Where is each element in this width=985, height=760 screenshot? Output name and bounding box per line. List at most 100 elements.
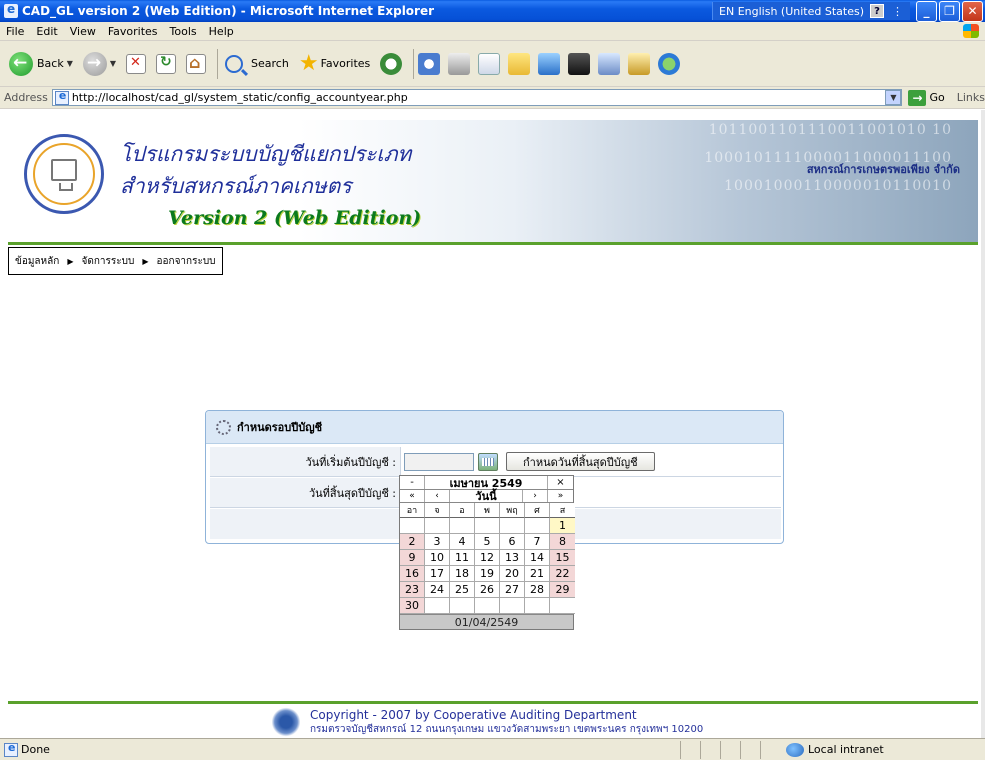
set-end-date-button[interactable]: กำหนดวันที่สิ้นสุดปีบัญชี (506, 452, 655, 471)
nav-system-admin[interactable]: จัดการระบบ (82, 254, 135, 269)
language-bar[interactable]: EN English (United States) ? ⋮ (712, 2, 910, 20)
calendar-day[interactable]: 21 (525, 566, 550, 582)
menu-view[interactable]: View (64, 25, 102, 38)
weekday-header: พ (475, 503, 500, 518)
menu-favorites[interactable]: Favorites (102, 25, 164, 38)
calendar-day[interactable]: 8 (550, 534, 575, 550)
refresh-button[interactable] (153, 46, 179, 82)
calendar-day[interactable]: 20 (500, 566, 525, 582)
menu-help[interactable]: Help (203, 25, 240, 38)
calendar-day[interactable]: 24 (425, 582, 450, 598)
vertical-scrollbar[interactable] (981, 110, 985, 738)
next-month-button[interactable]: › (523, 490, 548, 502)
forward-button[interactable]: ▼ (80, 46, 119, 82)
calendar-day[interactable]: 2 (400, 534, 425, 550)
calendar-day[interactable]: 30 (400, 598, 425, 614)
header-banner: 1011001101110011001010 10 10001011110000… (8, 120, 978, 242)
windows-logo-icon (963, 24, 979, 38)
folder-icon[interactable] (508, 52, 531, 75)
calendar-day[interactable]: 18 (450, 566, 475, 582)
calendar-day[interactable]: 17 (425, 566, 450, 582)
nav-logout[interactable]: ออกจากระบบ (157, 254, 216, 269)
calendar-day[interactable]: 5 (475, 534, 500, 550)
history-button[interactable] (377, 46, 405, 82)
go-button[interactable]: → Go (908, 89, 945, 106)
calendar-day[interactable]: 1 (550, 518, 575, 534)
calendar-day[interactable]: 4 (450, 534, 475, 550)
menu-tools[interactable]: Tools (164, 25, 203, 38)
messenger-icon[interactable] (538, 52, 561, 75)
prev-month-button[interactable]: ‹ (425, 490, 450, 502)
discuss-icon[interactable] (598, 52, 621, 75)
address-dropdown-icon[interactable]: ▼ (885, 90, 902, 105)
cad-software-center-logo (24, 134, 104, 214)
menu-file[interactable]: File (0, 25, 30, 38)
back-label: Back (37, 57, 64, 70)
calendar-day[interactable]: 27 (500, 582, 525, 598)
calendar-day[interactable]: 13 (500, 550, 525, 566)
today-button[interactable]: วันนี้ (450, 490, 523, 503)
weekday-header: ส (550, 503, 575, 518)
calendar-minus-button[interactable]: - (400, 476, 425, 489)
favorites-button[interactable]: ★ Favorites (296, 46, 373, 82)
weekday-header: อ (450, 503, 475, 518)
research-icon[interactable] (568, 52, 591, 75)
calendar-day[interactable]: 22 (550, 566, 575, 582)
calendar-day[interactable]: 16 (400, 566, 425, 582)
calendar-day[interactable]: 7 (525, 534, 550, 550)
next-year-button[interactable]: » (548, 490, 573, 502)
nav-master-data[interactable]: ข้อมูลหลัก (15, 254, 59, 269)
calendar-day[interactable]: 14 (525, 550, 550, 566)
forward-dropdown-icon[interactable]: ▼ (110, 59, 116, 68)
copyright-text: Copyright - 2007 by Cooperative Auditing… (310, 707, 637, 722)
mail-icon[interactable] (418, 52, 441, 75)
maximize-button[interactable]: ❐ (939, 0, 960, 22)
stop-button[interactable] (123, 46, 149, 82)
calendar-empty-cell (475, 518, 500, 534)
minimize-button[interactable]: _ (916, 0, 937, 22)
edit-icon[interactable] (478, 52, 501, 75)
calendar-icon[interactable] (478, 452, 498, 471)
menu-bar: File Edit View Favorites Tools Help (0, 22, 985, 41)
language-options-icon[interactable]: ⋮ (892, 5, 904, 18)
page-footer: Copyright - 2007 by Cooperative Auditing… (272, 707, 703, 737)
language-help-icon[interactable]: ? (870, 4, 884, 18)
calendar-day[interactable]: 29 (550, 582, 575, 598)
history-icon (380, 52, 403, 75)
end-date-label: วันที่สิ้นสุดปีบัญชี : (210, 478, 400, 507)
calendar-day[interactable]: 9 (400, 550, 425, 566)
calendar-day[interactable]: 15 (550, 550, 575, 566)
back-dropdown-icon[interactable]: ▼ (67, 59, 73, 68)
menu-edit[interactable]: Edit (30, 25, 63, 38)
calendar-day[interactable]: 28 (525, 582, 550, 598)
search-button[interactable]: Search (222, 46, 292, 82)
address-input[interactable]: http://localhost/cad_gl/system_static/co… (51, 89, 903, 106)
calendar-empty-cell (425, 598, 450, 614)
users-icon[interactable] (658, 52, 681, 75)
calendar-day[interactable]: 25 (450, 582, 475, 598)
back-button[interactable]: Back ▼ (6, 46, 76, 82)
go-arrow-icon: → (908, 89, 927, 106)
close-button[interactable]: ✕ (962, 0, 983, 22)
calendar-day[interactable]: 12 (475, 550, 500, 566)
calendar-day[interactable]: 10 (425, 550, 450, 566)
address-url[interactable]: http://localhost/cad_gl/system_static/co… (72, 91, 886, 104)
calendar-empty-cell (525, 598, 550, 614)
calendar-empty-cell (450, 518, 475, 534)
calendar-close-button[interactable]: × (548, 476, 573, 489)
print-icon[interactable] (448, 52, 471, 75)
favorites-label: Favorites (320, 57, 371, 70)
calendar-day[interactable]: 26 (475, 582, 500, 598)
links-button[interactable]: Links (957, 91, 985, 104)
prev-year-button[interactable]: « (400, 490, 425, 502)
calendar-day[interactable]: 11 (450, 550, 475, 566)
calendar-day[interactable]: 3 (425, 534, 450, 550)
calendar-day[interactable]: 19 (475, 566, 500, 582)
calendar-day[interactable]: 23 (400, 582, 425, 598)
address-label: Address (4, 91, 48, 104)
home-button[interactable] (183, 46, 209, 82)
books-icon[interactable] (628, 52, 651, 75)
calendar-day[interactable]: 6 (500, 534, 525, 550)
start-date-input[interactable] (404, 452, 474, 471)
calendar-empty-cell (500, 598, 525, 614)
